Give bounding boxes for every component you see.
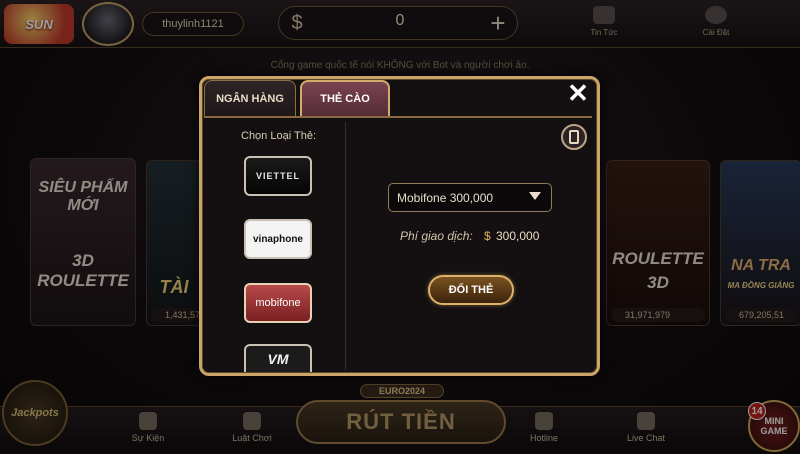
close-button[interactable]: ✕ <box>560 78 596 110</box>
fee-label: Phí giao dịch: <box>400 229 473 243</box>
tab-bank[interactable]: NGÂN HÀNG <box>204 80 296 116</box>
choose-card-label: Chọn Loại Thẻ: <box>241 130 317 142</box>
card-option-vinaphone[interactable]: vinaphone <box>244 219 312 259</box>
fee-value: 300,000 <box>496 229 540 243</box>
exchange-card-button[interactable]: ĐỔI THẺ <box>428 275 514 305</box>
coin-icon: $ <box>484 229 491 243</box>
tab-scratch-card[interactable]: THẺ CÀO <box>300 80 390 116</box>
tab-divider <box>204 116 592 118</box>
card-value-select[interactable]: Mobifone 300,000 <box>388 183 552 212</box>
history-icon[interactable] <box>561 124 587 150</box>
card-option-vietnamobile[interactable]: VM <box>244 344 312 372</box>
card-option-mobifone[interactable]: mobifone <box>244 283 312 323</box>
chevron-down-icon[interactable] <box>529 192 541 200</box>
card-option-viettel[interactable]: VIETTEL <box>244 156 312 196</box>
